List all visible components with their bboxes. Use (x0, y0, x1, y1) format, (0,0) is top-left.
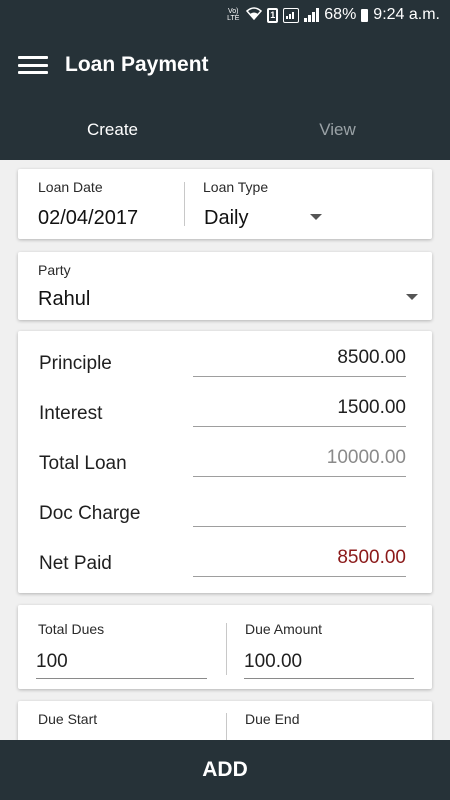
principle-label: Principle (39, 353, 112, 374)
divider (226, 623, 227, 675)
divider (184, 182, 185, 226)
loan-type-label: Loan Type (203, 179, 269, 195)
clock: 9:24 a.m. (373, 6, 440, 23)
party-select[interactable]: Rahul (38, 288, 90, 311)
sim-icon: 1 (267, 7, 279, 23)
principle-input[interactable]: 8500.00 (193, 343, 406, 377)
battery-icon (361, 8, 369, 22)
total-dues-input[interactable]: 100 (36, 649, 207, 679)
app-bar: Loan Payment (0, 30, 450, 100)
party-label: Party (38, 262, 71, 278)
loan-date-label: Loan Date (38, 179, 103, 195)
dues-card: Total Dues 100 Due Amount 100.00 (18, 605, 432, 689)
party-card: Party Rahul (18, 252, 432, 320)
interest-label: Interest (39, 403, 103, 424)
interest-input[interactable]: 1500.00 (193, 393, 406, 427)
add-button[interactable]: ADD (0, 740, 450, 800)
tab-view[interactable]: View (225, 100, 450, 160)
due-end-label: Due End (245, 711, 300, 727)
due-amount-label: Due Amount (245, 621, 323, 637)
battery-percent: 68% (324, 6, 357, 23)
tab-create[interactable]: Create (0, 100, 225, 160)
total-dues-label: Total Dues (38, 621, 105, 637)
chevron-down-icon[interactable] (310, 214, 322, 220)
doc-charge-label: Doc Charge (39, 503, 141, 524)
wifi-icon (246, 6, 263, 25)
due-start-label: Due Start (38, 711, 98, 727)
due-amount-input[interactable]: 100.00 (244, 649, 414, 679)
tab-bar: Create View (0, 100, 450, 160)
net-paid-label: Net Paid (39, 553, 112, 574)
net-paid-value: 8500.00 (193, 543, 406, 577)
signal-icon (304, 8, 320, 22)
doc-charge-input[interactable] (193, 493, 406, 527)
loan-info-card: Loan Date 02/04/2017 Loan Type Daily (18, 169, 432, 239)
page-title: Loan Payment (65, 53, 209, 76)
signal-box-icon (283, 7, 300, 23)
amounts-card: Principle 8500.00 Interest 1500.00 Total… (18, 331, 432, 593)
menu-icon[interactable] (18, 54, 48, 76)
volte-icon: Vo) LTE (227, 8, 240, 22)
total-loan-value: 10000.00 (193, 443, 406, 477)
loan-type-select[interactable]: Daily (204, 207, 248, 230)
loan-date-field[interactable]: 02/04/2017 (38, 207, 138, 230)
chevron-down-icon[interactable] (406, 294, 418, 300)
total-loan-label: Total Loan (39, 453, 127, 474)
status-bar: Vo) LTE 1 68% 9:24 a.m. (0, 0, 450, 30)
